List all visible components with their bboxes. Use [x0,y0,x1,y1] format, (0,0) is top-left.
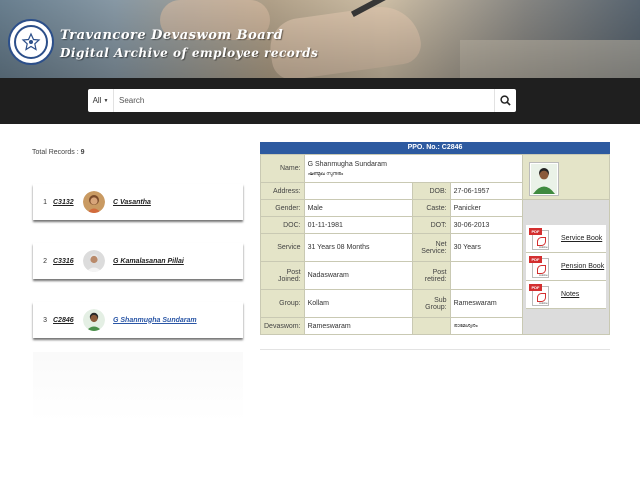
service-label: Service [260,233,305,262]
search-bar: All ▼ [0,78,640,124]
doc-value: 01-11-1981 [303,216,413,234]
record-index: 2 [43,257,47,265]
name-local: ഷണ്മുഖ സുന്ദരം [307,170,344,177]
name-value: G Shanmugha Sundaram [307,160,387,168]
service-value: 31 Years 08 Months [303,233,413,262]
pdf-icon[interactable]: PDF Adobe [529,283,551,306]
employee-photo [529,161,559,196]
search-icon [500,95,511,106]
dot-value: 30-06-2013 [449,216,524,234]
sub-group-value: Rameswaram [449,289,524,318]
search-scope-dropdown[interactable]: All ▼ [88,89,114,112]
photo-cell [522,154,610,200]
divider [260,349,610,350]
pdf-icon[interactable]: PDF Adobe [529,255,551,278]
name-label: Name: [260,154,305,183]
dot-label: DOT: [411,216,451,234]
notes-link[interactable]: Notes [561,291,579,298]
avatar [83,250,105,272]
post-retired-label: Post retired: [411,261,451,290]
emblem-icon[interactable] [8,19,54,65]
post-retired-value [449,261,524,290]
sub-group-label: Sub Group: [411,289,451,318]
pdf-icon[interactable]: PDF Adobe [529,227,551,250]
record-ppo-link[interactable]: C3316 [53,258,77,265]
record-name-link[interactable]: G Kamalasanan Pillai [113,258,184,265]
post-joined-label: Post Joined: [260,261,305,290]
record-index: 1 [43,198,47,206]
record-ppo-link[interactable]: C2846 [53,317,77,324]
search-input[interactable] [114,89,494,112]
caste-label: Caste: [411,199,451,217]
devaswom-value: Rameswaram [303,317,413,335]
gender-value: Male [303,199,413,217]
pension-book-link[interactable]: Pension Book [561,263,604,270]
record-card[interactable]: 1 C3132 C Vasantha [33,184,243,220]
document-row: PDF Adobe Service Book [526,225,606,253]
record-detail-table: Name: G Shanmugha Sundaram ഷണ്മുഖ സുന്ദര… [260,154,610,335]
avatar [83,309,105,331]
post-joined-value: Nadaswaram [303,261,413,290]
record-card[interactable]: 2 C3316 G Kamalasanan Pillai [33,243,243,279]
dob-value: 27-06-1957 [449,182,524,200]
net-service-label: Net Service: [411,233,451,262]
devaswom-local: രാമേശ്വരം [449,317,524,335]
record-name-link[interactable]: C Vasantha [113,199,151,206]
search-box: All ▼ [88,89,516,112]
total-records-label: Total Records : [32,149,79,156]
record-index: 3 [43,316,47,324]
document-row: PDF Adobe Notes [526,281,606,309]
record-list-overflow [33,352,243,422]
site-title: Travancore Devaswom Board [60,28,284,43]
record-detail-panel: PPO. No.: C2846 Name: G Shanmugha Sundar… [260,142,610,335]
caret-down-icon: ▼ [103,97,109,104]
record-ppo-link[interactable]: C3132 [53,199,77,206]
record-card-selected[interactable]: 3 C2846 G Shanmugha Sundaram [33,302,243,338]
emblem-star-icon [21,32,41,51]
search-scope-label: All [92,96,102,105]
doc-label: DOC: [260,216,305,234]
address-label: Address: [260,182,305,200]
group-value: Kollam [303,289,413,318]
document-row: PDF Adobe Pension Book [526,253,606,281]
employee-photo-image [531,163,557,194]
total-records-count: 9 [80,149,85,156]
record-name-link[interactable]: G Shanmugha Sundaram [113,317,197,324]
devaswom-label: Devaswom: [260,317,305,335]
service-book-link[interactable]: Service Book [561,235,602,242]
gender-label: Gender: [260,199,305,217]
search-button[interactable] [494,89,516,112]
ppo-number-header: PPO. No.: C2846 [260,142,610,154]
avatar [83,191,105,213]
caste-value: Panicker [449,199,524,217]
site-subtitle: Digital Archive of employee records [60,46,319,60]
dob-label: DOB: [411,182,451,200]
name-cell: G Shanmugha Sundaram ഷണ്മുഖ സുന്ദരം [303,154,524,183]
header-banner: Travancore Devaswom Board Digital Archiv… [0,0,640,78]
group-label: Group: [260,289,305,318]
net-service-value: 30 Years [449,233,524,262]
total-records: Total Records : 9 [32,149,85,156]
documents-cell: PDF Adobe Service Book PDF Adobe Pension… [522,199,610,335]
address-value [303,182,413,200]
